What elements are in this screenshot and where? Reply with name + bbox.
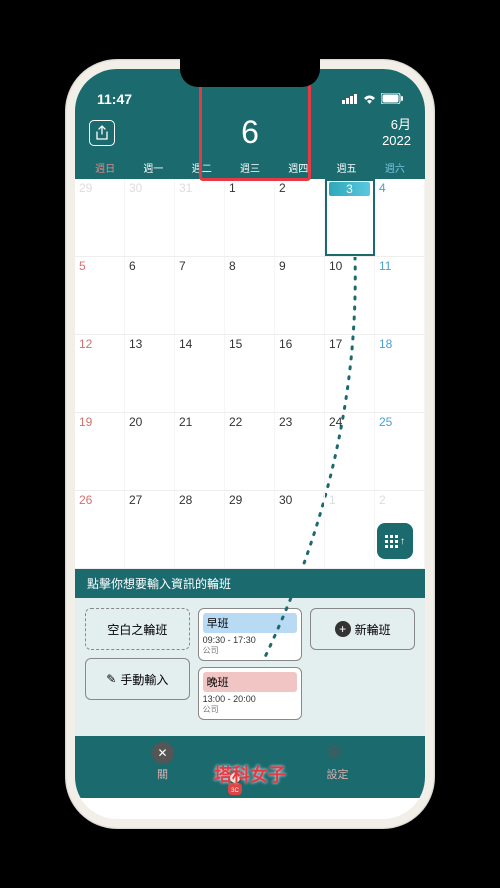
day-cell[interactable]: 6 [125,257,175,334]
evening-shift-card[interactable]: 晚班 13:00 - 20:00 公司 [198,667,303,720]
day-cell[interactable]: 1 [325,491,375,568]
status-icons [342,91,403,107]
day-cell[interactable]: 26 [75,491,125,568]
phone-screen: 11:47 6 6月 2022 週日週 [75,69,425,819]
notch [180,59,320,87]
weekday-label: 週五 [322,160,370,175]
day-cell[interactable]: 9 [275,257,325,334]
grid-fab-button[interactable]: ↑ [377,523,413,559]
day-cell[interactable]: 28 [175,491,225,568]
day-cell[interactable]: 17 [325,335,375,412]
week-row: 567891011 [75,257,425,335]
month-number: 6 [241,114,259,151]
weekday-label: 週六 [371,160,419,175]
weekday-label: 週一 [129,160,177,175]
day-cell[interactable]: 23 [275,413,325,490]
calendar-grid: 2930311234567891011121314151617181920212… [75,179,425,569]
wifi-icon [362,91,377,107]
new-shift-button[interactable]: + 新輪班 [310,608,415,650]
signal-icon [342,91,358,107]
battery-icon [381,91,403,107]
day-cell[interactable]: 30 [125,179,175,256]
day-cell[interactable]: 29 [75,179,125,256]
week-row: 262728293012 [75,491,425,569]
shift-label: 晚班 [203,672,298,692]
day-cell[interactable]: 14 [175,335,225,412]
up-arrow-icon: ↑ [400,536,405,547]
day-cell[interactable]: 3 [325,179,375,256]
svg-text:3C: 3C [231,788,239,794]
status-time: 11:47 [97,91,132,107]
day-cell[interactable]: 1 [225,179,275,256]
day-cell[interactable]: 16 [275,335,325,412]
day-cell[interactable]: 18 [375,335,425,412]
day-cell[interactable]: 15 [225,335,275,412]
weekday-row: 週日週一週二週三週四週五週六 [75,158,425,179]
header: 6 6月 2022 [75,111,425,158]
weekday-label: 週日 [81,160,129,175]
close-button[interactable]: ✕ 關 [152,742,174,782]
day-cell[interactable]: 8 [225,257,275,334]
grid-icon [385,535,398,548]
day-cell[interactable]: 19 [75,413,125,490]
share-icon[interactable] [89,120,115,146]
day-cell[interactable]: 5 [75,257,125,334]
day-cell[interactable]: 2 [275,179,325,256]
day-cell[interactable]: 22 [225,413,275,490]
day-cell[interactable]: 24 [325,413,375,490]
day-cell[interactable]: 25 [375,413,425,490]
watermark-text: 塔科女子 [214,761,286,787]
hint-bar: 點擊你想要輸入資訊的輪班 [75,569,425,598]
blank-shift-button[interactable]: 空白之輪班 [85,608,190,650]
gear-icon: ⚙ [327,742,349,764]
week-row: 19202122232425 [75,413,425,491]
weekday-label: 週四 [274,160,322,175]
day-cell[interactable]: 20 [125,413,175,490]
morning-shift-card[interactable]: 早班 09:30 - 17:30 公司 [198,608,303,661]
weekday-label: 週二 [178,160,226,175]
plus-icon: + [335,621,351,637]
day-cell[interactable]: 7 [175,257,225,334]
day-cell[interactable]: 27 [125,491,175,568]
month-label[interactable]: 6月 2022 [382,117,411,148]
day-cell[interactable]: 29 [225,491,275,568]
weekday-label: 週三 [226,160,274,175]
day-cell[interactable]: 4 [375,179,425,256]
bottom-panel: 空白之輪班 ✎ 手動輸入 早班 09:30 - 17:30 公司 晚班 13:0… [75,598,425,736]
day-cell[interactable]: 13 [125,335,175,412]
day-cell[interactable]: 11 [375,257,425,334]
pencil-icon: ✎ [106,672,116,686]
day-cell[interactable]: 10 [325,257,375,334]
close-icon: ✕ [152,742,174,764]
day-cell[interactable]: 31 [175,179,225,256]
phone-frame: 11:47 6 6月 2022 週日週 [65,59,435,829]
shift-label: 早班 [203,613,298,633]
week-row: 2930311234 [75,179,425,257]
week-row: 12131415161718 [75,335,425,413]
settings-button[interactable]: ⚙ 設定 [327,742,349,782]
manual-input-button[interactable]: ✎ 手動輸入 [85,658,190,700]
day-cell[interactable]: 12 [75,335,125,412]
day-cell[interactable]: 30 [275,491,325,568]
day-cell[interactable]: 21 [175,413,225,490]
